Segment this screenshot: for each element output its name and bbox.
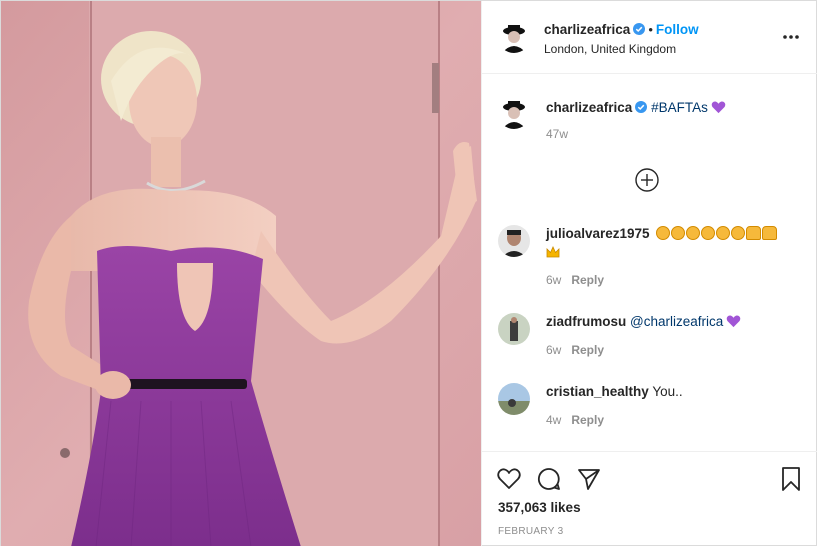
plus-circle-icon[interactable] [634, 167, 660, 193]
comment-age[interactable]: 6w [546, 273, 561, 287]
post-photo[interactable] [1, 1, 481, 546]
comment: cristian_healthy You.. 4w Reply [546, 383, 806, 427]
bookmark-icon[interactable] [778, 466, 804, 492]
post-image [1, 1, 481, 546]
comment-mention[interactable]: @charlizeafrica [630, 314, 723, 329]
comment: ziadfrumosu @charlizeafrica 6w Reply [546, 313, 806, 357]
caption: charlizeafrica #BAFTAs 47w [546, 99, 806, 141]
comment-age[interactable]: 6w [546, 343, 561, 357]
post-side-panel: charlizeafrica • Follow London, United Kin… [481, 1, 817, 546]
post-actions: 357,063 likes FEBRUARY 3 [482, 451, 817, 546]
caption-hashtag[interactable]: #BAFTAs [651, 100, 708, 115]
post-header: charlizeafrica • Follow London, United Kin… [482, 1, 817, 74]
comment-bubble-icon[interactable] [536, 466, 562, 492]
comment-avatar[interactable] [498, 383, 530, 415]
instagram-post-modal: charlizeafrica • Follow London, United Kin… [0, 0, 817, 546]
post-date[interactable]: FEBRUARY 3 [498, 526, 563, 537]
raised-hands-emoji-icon [746, 226, 778, 241]
reply-button[interactable]: Reply [571, 273, 604, 287]
heart-outline-icon[interactable] [496, 466, 522, 492]
reply-button[interactable]: Reply [571, 413, 604, 427]
comment-username[interactable]: julioalvarez1975 [546, 226, 650, 241]
reply-button[interactable]: Reply [571, 343, 604, 357]
comment-avatar[interactable] [498, 225, 530, 257]
comment-text: You.. [652, 384, 683, 399]
author-username[interactable]: charlizeafrica [544, 22, 630, 37]
comment-username[interactable]: cristian_healthy [546, 384, 649, 399]
comment-username[interactable]: ziadfrumosu [546, 314, 626, 329]
post-location[interactable]: London, United Kingdom [544, 42, 676, 56]
follow-button[interactable]: Follow [656, 22, 699, 37]
verified-badge-icon [635, 101, 648, 113]
comment-age[interactable]: 4w [546, 413, 561, 427]
comment-avatar[interactable] [498, 313, 530, 345]
more-options-icon[interactable] [782, 29, 800, 40]
purple-heart-emoji-icon [726, 315, 741, 328]
comment: julioalvarez1975 6w Reply [546, 225, 806, 287]
likes-count[interactable]: 357,063 likes [498, 500, 581, 515]
crown-emoji-icon [546, 246, 560, 258]
caption-username[interactable]: charlizeafrica [546, 100, 632, 115]
purple-heart-emoji-icon [711, 101, 726, 114]
verified-badge-icon [633, 23, 646, 35]
paper-plane-icon[interactable] [576, 466, 602, 492]
separator-dot: • [648, 22, 653, 37]
caption-avatar[interactable] [498, 97, 530, 129]
clap-emoji-icon [656, 226, 746, 241]
author-avatar[interactable] [498, 21, 530, 53]
caption-age[interactable]: 47w [546, 127, 568, 141]
